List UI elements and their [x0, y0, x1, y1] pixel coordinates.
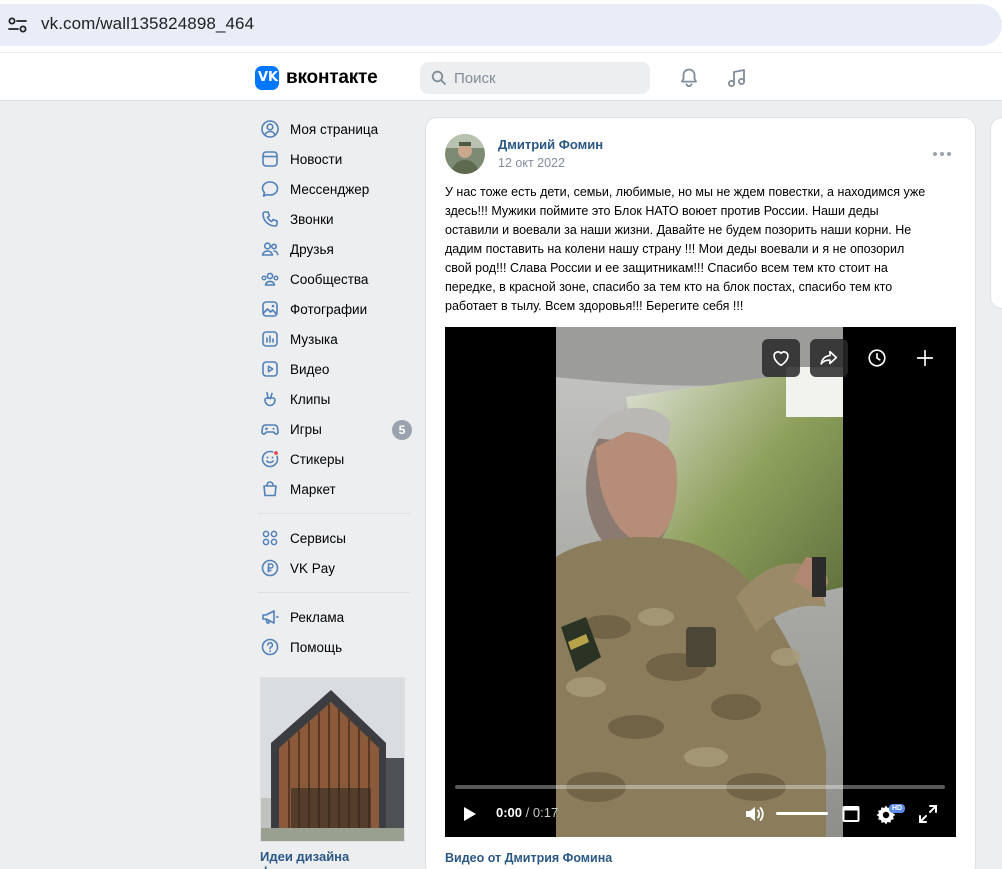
url-text[interactable]: vk.com/wall135824898_464 — [41, 14, 254, 34]
sidebar-item-label: Моя страница — [290, 121, 379, 137]
sidebar-item-label: Клипы — [290, 391, 331, 407]
sidebar-item-label: Сервисы — [290, 530, 346, 546]
mini-player-icon[interactable] — [841, 803, 861, 825]
post-date[interactable]: 12 окт 2022 — [498, 156, 565, 170]
clock-icon — [868, 349, 886, 367]
sidebar-item-ads[interactable]: Реклама — [258, 602, 418, 632]
heart-icon — [773, 351, 789, 367]
author-avatar[interactable] — [445, 134, 485, 174]
sidebar-item-games[interactable]: Игры 5 — [258, 414, 418, 444]
games-count-badge: 5 — [392, 420, 412, 440]
volume-icon[interactable] — [743, 803, 767, 825]
sidebar-item-my-page[interactable]: Моя страница — [258, 114, 418, 144]
video-frame[interactable] — [556, 327, 843, 837]
sidebar-item-label: Фотографии — [290, 301, 368, 317]
right-panel-card — [990, 117, 1002, 309]
video-progress-bar[interactable] — [455, 785, 945, 789]
sidebar-item-clips[interactable]: Клипы — [258, 384, 418, 414]
clips-icon — [264, 391, 276, 407]
watch-later-button[interactable] — [858, 339, 896, 377]
sidebar-item-label: Новости — [290, 151, 343, 167]
share-video-button[interactable] — [810, 339, 848, 377]
search-input[interactable] — [454, 67, 639, 89]
music-note-icon[interactable] — [725, 66, 749, 90]
sidebar-item-friends[interactable]: Друзья — [258, 234, 418, 264]
search-box[interactable] — [420, 62, 650, 94]
music-icon — [262, 331, 278, 347]
sidebar-item-messenger[interactable]: Мессенджер — [258, 174, 418, 204]
volume-slider[interactable] — [776, 812, 828, 815]
hd-badge: HD — [889, 804, 906, 813]
post-author-link[interactable]: Дмитрий Фомин — [498, 137, 603, 152]
sidebar-item-stickers[interactable]: Стикеры — [258, 444, 418, 474]
sidebar-item-label: Помощь — [290, 639, 343, 655]
site-settings-icon[interactable] — [6, 12, 30, 38]
gamepad-icon — [261, 424, 279, 435]
sidebar-item-market[interactable]: Маркет — [258, 474, 418, 504]
sidebar-item-label: Стикеры — [290, 451, 345, 467]
sidebar-item-label: Сообщества — [290, 271, 369, 287]
sidebar-item-calls[interactable]: Звонки — [258, 204, 418, 234]
user-circle-icon — [261, 120, 279, 138]
share-arrow-icon — [820, 350, 838, 365]
phone-icon — [262, 211, 278, 227]
video-total-time: / 0:17 — [522, 805, 559, 820]
vk-logo-icon[interactable]: VK — [255, 66, 279, 90]
chat-bubble-icon — [261, 181, 279, 197]
video-time: 0:00 / 0:17 — [496, 805, 558, 820]
vk-top-header: VK вконтакте — [0, 53, 1002, 101]
post-text: У нас тоже есть дети, семьи, любимые, но… — [445, 185, 926, 313]
play-icon[interactable] — [459, 803, 479, 825]
sidebar-item-news[interactable]: Новости — [258, 144, 418, 174]
sidebar-item-label: Видео — [290, 361, 330, 377]
services-grid-icon — [262, 530, 278, 546]
sidebar-item-label: Игры — [290, 421, 322, 437]
megaphone-icon — [262, 610, 279, 624]
market-bag-icon — [263, 481, 277, 497]
photo-icon — [262, 301, 278, 317]
bell-icon[interactable] — [677, 66, 701, 90]
sidebar-item-music[interactable]: Музыка — [258, 324, 418, 354]
video-player[interactable]: 0:00 / 0:17 HD — [445, 327, 956, 837]
ad-title[interactable]: Идеи дизайна фасадов — [260, 849, 405, 869]
sidebar-item-label: Музыка — [290, 331, 338, 347]
sidebar-item-services[interactable]: Сервисы — [258, 523, 418, 553]
wall-post: Дмитрий Фомин 12 окт 2022 У нас тоже ест… — [425, 117, 976, 869]
sidebar-divider — [258, 592, 410, 593]
fullscreen-icon[interactable] — [917, 803, 939, 825]
help-icon — [261, 638, 279, 656]
video-icon — [262, 361, 278, 377]
sidebar-item-label: Мессенджер — [290, 181, 370, 197]
news-icon — [262, 151, 278, 167]
url-field[interactable]: vk.com/wall135824898_464 — [0, 4, 1002, 46]
sidebar-item-video[interactable]: Видео — [258, 354, 418, 384]
plus-icon — [916, 349, 934, 367]
sidebar-item-communities[interactable]: Сообщества — [258, 264, 418, 294]
vkpay-icon — [261, 559, 279, 577]
sidebar-ad[interactable]: Идеи дизайна фасадов — [260, 677, 405, 869]
sidebar-item-label: Звонки — [290, 211, 334, 227]
sidebar-item-label: Реклама — [290, 609, 345, 625]
sidebar-item-photos[interactable]: Фотографии — [258, 294, 418, 324]
sidebar-item-label: VK Pay — [290, 560, 336, 576]
sidebar-item-help[interactable]: Помощь — [258, 632, 418, 662]
sidebar-item-label: Маркет — [290, 481, 336, 497]
communities-icon — [261, 272, 279, 286]
sidebar-divider — [258, 513, 410, 514]
sticker-icon — [261, 450, 279, 468]
browser-address-bar: vk.com/wall135824898_464 — [0, 0, 1002, 52]
more-options-icon[interactable] — [933, 146, 953, 162]
add-video-button[interactable] — [906, 339, 944, 377]
search-icon — [431, 70, 446, 85]
friends-icon — [261, 242, 279, 256]
left-sidebar: Моя страница Новости Мессенджер Звонки Д… — [258, 114, 418, 662]
like-video-button[interactable] — [762, 339, 800, 377]
sidebar-item-label: Друзья — [290, 241, 334, 257]
ad-image[interactable] — [260, 677, 405, 842]
video-source-link[interactable]: Видео от Дмитрия Фомина — [445, 851, 612, 865]
vk-brand-name[interactable]: вконтакте — [286, 67, 378, 89]
video-current-time: 0:00 — [496, 805, 523, 820]
sidebar-item-vkpay[interactable]: VK Pay — [258, 553, 418, 583]
